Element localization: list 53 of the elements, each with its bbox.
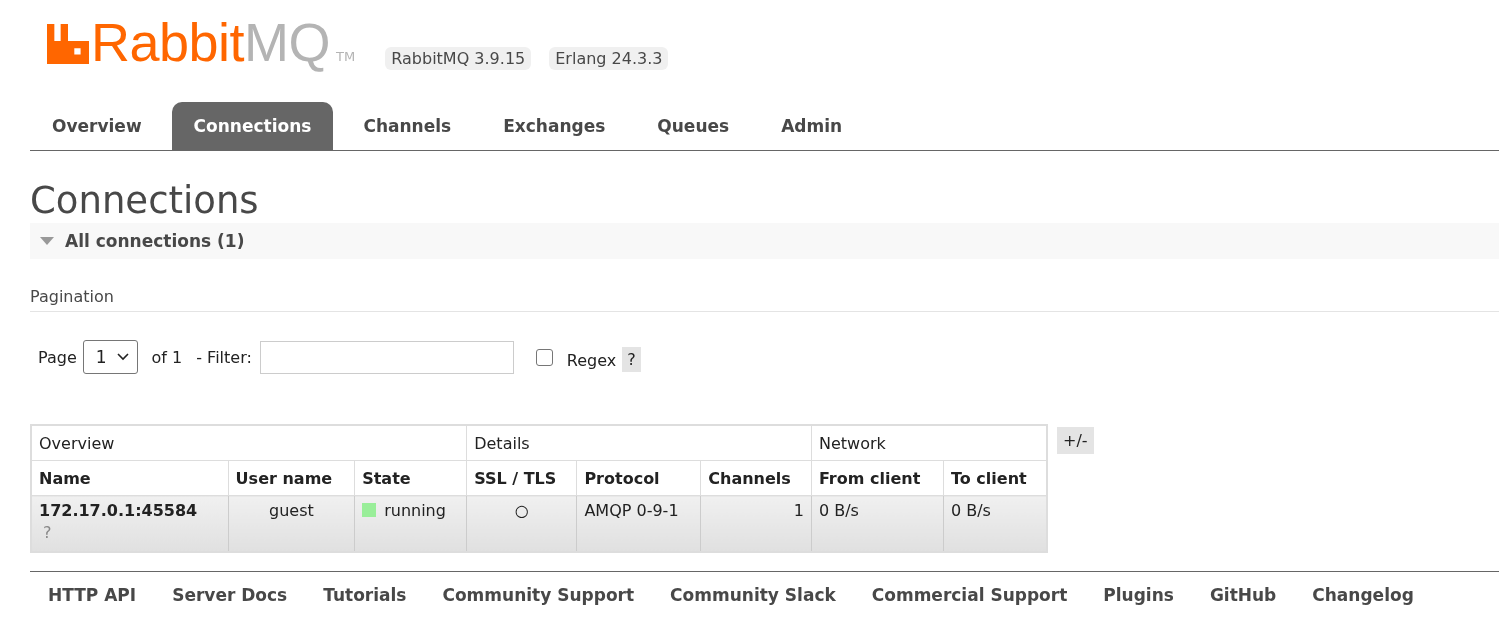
column-header: User name bbox=[228, 460, 355, 496]
footer-link[interactable]: Tutorials bbox=[323, 584, 407, 605]
page-label: Page bbox=[38, 347, 77, 367]
filter-label: - Filter: bbox=[196, 347, 252, 367]
footer-link[interactable]: Commercial Support bbox=[871, 584, 1068, 605]
version-badge: Erlang 24.3.3 bbox=[549, 47, 669, 70]
footer-link[interactable]: GitHub bbox=[1209, 584, 1277, 605]
footer-link[interactable]: Community Support bbox=[442, 584, 635, 605]
nav-tab[interactable]: Connections bbox=[171, 102, 334, 150]
nav-tab[interactable]: Queues bbox=[635, 102, 752, 150]
column-group-header: Details bbox=[466, 425, 812, 461]
footer-link[interactable]: Server Docs bbox=[172, 584, 288, 605]
table-cell: ○ bbox=[466, 495, 577, 552]
column-header: Protocol bbox=[576, 460, 701, 496]
regex-checkbox[interactable] bbox=[535, 348, 553, 366]
nav-tab[interactable]: Exchanges bbox=[481, 102, 628, 150]
column-toggle-button[interactable]: +/- bbox=[1057, 427, 1094, 454]
state-text: running bbox=[384, 501, 446, 520]
column-header: State bbox=[354, 460, 467, 496]
pagination-heading: Pagination bbox=[30, 287, 1499, 312]
logo-text: Rabbit bbox=[91, 12, 245, 72]
trademark: TM bbox=[336, 49, 356, 64]
footer-link[interactable]: Plugins bbox=[1103, 584, 1174, 605]
version-badge: RabbitMQ 3.9.15 bbox=[385, 47, 532, 70]
nav-tab[interactable]: Admin bbox=[759, 102, 865, 150]
logo-text: MQ bbox=[244, 12, 331, 72]
nav-tab[interactable]: Overview bbox=[30, 102, 164, 150]
table-cell: 0 B/s bbox=[811, 495, 944, 552]
page-title: Connections bbox=[30, 179, 260, 223]
section-title: All connections (1) bbox=[65, 231, 245, 251]
table-cell: 1 bbox=[700, 495, 812, 552]
column-group-header: Overview bbox=[31, 425, 467, 461]
footer-link[interactable]: Community Slack bbox=[670, 584, 836, 605]
column-header: Name bbox=[31, 460, 229, 496]
table-cell: AMQP 0-9-1 bbox=[576, 495, 701, 552]
footer-link[interactable]: Changelog bbox=[1312, 584, 1414, 605]
column-header: SSL / TLS bbox=[466, 460, 577, 496]
logo-icon bbox=[47, 22, 89, 64]
column-header: Channels bbox=[700, 460, 812, 496]
help-button[interactable]: ? bbox=[622, 346, 641, 372]
footer-link[interactable]: HTTP API bbox=[48, 584, 137, 605]
table-cell: 0 B/s bbox=[943, 495, 1047, 552]
chevron-icon bbox=[116, 353, 129, 361]
regex-label: Regex bbox=[566, 350, 617, 370]
page-count: of 1 bbox=[151, 347, 183, 367]
connection-name[interactable]: 172.17.0.1:45584 bbox=[39, 501, 221, 520]
table-cell: guest bbox=[228, 495, 355, 552]
connection-note: ? bbox=[43, 523, 53, 542]
filter-field[interactable] bbox=[259, 340, 514, 374]
page-select[interactable]: 1 bbox=[82, 340, 138, 374]
column-header: From client bbox=[811, 460, 944, 496]
section-header[interactable]: All connections (1) bbox=[30, 223, 1499, 259]
nav-tab[interactable]: Channels bbox=[341, 102, 474, 150]
